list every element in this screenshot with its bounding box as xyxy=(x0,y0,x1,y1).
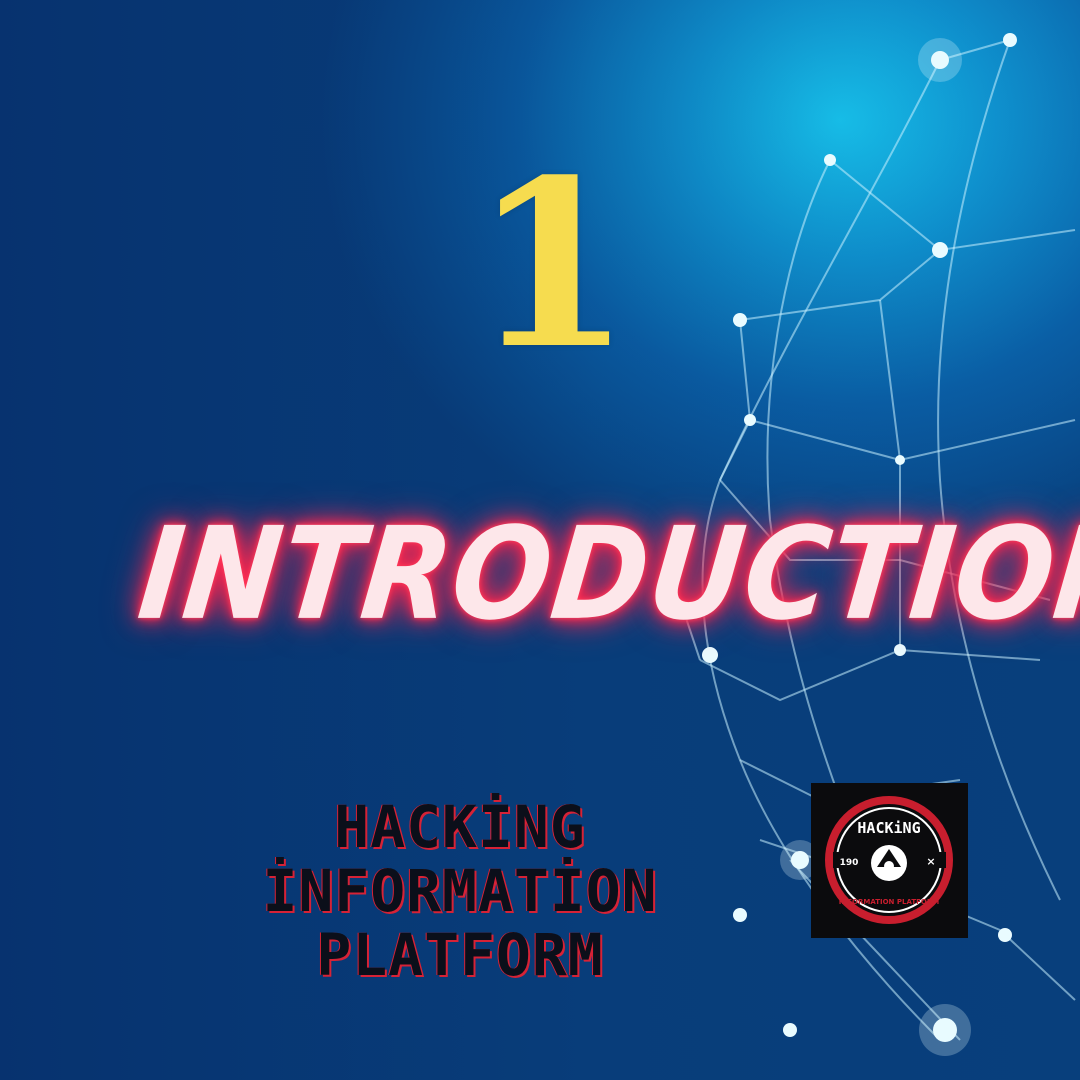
brand-name: HACKİNG İNFORMATİON PLATFORM xyxy=(125,795,795,987)
chapter-number: 1 xyxy=(471,130,632,400)
logo-ring-text: INFORMATION PLATFORM xyxy=(839,898,939,906)
logo-emblem: HACKiNG 190 × INFORMATION PLATFORM xyxy=(825,796,953,924)
logo-top-text: HACKiNG xyxy=(857,819,920,837)
brand-name-line-1: HACKİNG İNFORMATİON xyxy=(262,793,658,925)
logo-right-badge: × xyxy=(926,855,935,868)
slide-canvas: 1 INTRODUCTION HACKİNG İNFORMATİON PLATF… xyxy=(0,0,1080,1080)
logo-left-badge: 190 xyxy=(840,858,859,868)
slide-title: INTRODUCTION xyxy=(132,500,1080,649)
hacking-platform-logo-icon: HACKiNG 190 × INFORMATION PLATFORM xyxy=(811,783,968,938)
brand-name-line-2: PLATFORM xyxy=(316,921,604,989)
